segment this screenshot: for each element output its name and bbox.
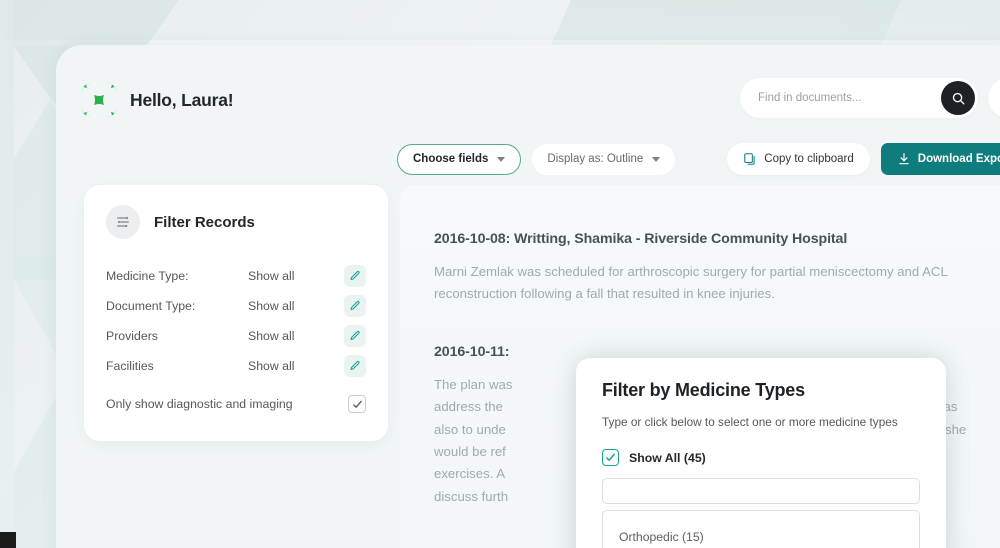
background-left-edge xyxy=(0,0,14,548)
brand: Hello, Laura! xyxy=(82,83,234,117)
list-item[interactable]: Orthopedic (15) xyxy=(603,523,919,548)
filter-label: Medicine Type: xyxy=(106,269,189,283)
show-all-row[interactable]: Show All (45) xyxy=(602,449,920,466)
filter-value: Show all xyxy=(248,269,295,283)
record-body: Marni Zemlak was scheduled for arthrosco… xyxy=(434,264,948,302)
display-as-label: Display as: Outline xyxy=(547,153,644,165)
filter-sliders-icon xyxy=(117,216,129,228)
edit-document-type-button[interactable] xyxy=(344,295,366,317)
show-all-label: Show All (45) xyxy=(629,450,706,465)
copy-icon xyxy=(744,153,755,165)
modal-title: Filter by Medicine Types xyxy=(602,380,805,400)
checkbox-checked-icon xyxy=(352,400,362,408)
download-export-button[interactable]: Download Export xyxy=(880,143,1000,175)
chevron-down-icon xyxy=(652,156,661,162)
filter-records-card: Filter Records Medicine Type: Show all D… xyxy=(84,185,388,441)
filter-medicine-types-modal: Filter by Medicine Types Type or click b… xyxy=(576,358,946,548)
pencil-icon xyxy=(350,360,360,370)
filter-card-header: Filter Records xyxy=(106,205,366,239)
checkbox-checked-icon xyxy=(606,453,615,461)
app-header: Hello, Laura! xyxy=(56,45,1000,155)
filter-icon-badge xyxy=(106,205,140,239)
filter-label: Providers xyxy=(106,329,158,343)
search-icon xyxy=(952,92,964,104)
toolbar: Choose fields Display as: Outline Copy t… xyxy=(397,143,1000,175)
show-all-checkbox[interactable] xyxy=(602,449,619,466)
filter-row-diagnostic-imaging: Only show diagnostic and imaging xyxy=(106,389,366,419)
choose-fields-label: Choose fields xyxy=(413,153,489,165)
filter-row-facilities: Facilities Show all xyxy=(106,351,366,381)
filter-row-medicine-type: Medicine Type: Show all xyxy=(106,261,366,291)
choose-fields-button[interactable]: Choose fields xyxy=(397,143,522,175)
search-bar[interactable] xyxy=(740,78,978,118)
diagnostic-imaging-checkbox[interactable] xyxy=(348,395,366,413)
notifications-button[interactable] xyxy=(988,78,1000,118)
edit-facilities-button[interactable] xyxy=(344,355,366,377)
medicine-type-search-input[interactable] xyxy=(602,478,920,504)
download-icon xyxy=(899,153,909,165)
modal-subtitle: Type or click below to select one or mor… xyxy=(602,415,898,429)
filter-row-document-type: Document Type: Show all xyxy=(106,291,366,321)
download-export-label: Download Export xyxy=(917,153,1000,165)
chevron-down-icon xyxy=(497,156,506,162)
app-logo-icon xyxy=(82,83,116,117)
filter-label: Document Type: xyxy=(106,299,196,313)
record-title: 2016-10-08: Writting, Shamika - Riversid… xyxy=(434,231,848,247)
page-corner-marker xyxy=(0,532,16,548)
diagnostic-imaging-label: Only show diagnostic and imaging xyxy=(106,397,293,411)
filter-row-providers: Providers Show all xyxy=(106,321,366,351)
record-body-left-fragment: The plan was address the also to unde wo… xyxy=(434,376,513,504)
edit-providers-button[interactable] xyxy=(344,325,366,347)
copy-to-clipboard-label: Copy to clipboard xyxy=(764,153,854,165)
filter-label: Facilities xyxy=(106,359,154,373)
pencil-icon xyxy=(350,330,360,340)
search-button[interactable] xyxy=(941,81,975,115)
display-as-button[interactable]: Display as: Outline xyxy=(532,143,676,175)
app-window: Hello, Laura! Find in documents... Choos… xyxy=(56,45,1000,548)
filter-value: Show all xyxy=(248,329,295,343)
filter-value: Show all xyxy=(248,299,295,313)
filter-card-title: Filter Records xyxy=(154,213,255,231)
copy-to-clipboard-button[interactable]: Copy to clipboard xyxy=(727,143,870,175)
pencil-icon xyxy=(350,300,360,310)
medicine-type-options-list[interactable]: Orthopedic (15) Cardiovascular (7) Surge… xyxy=(602,510,920,548)
search-input[interactable] xyxy=(758,92,918,104)
edit-medicine-type-button[interactable] xyxy=(344,265,366,287)
record-entry: 2016-10-08: Writting, Shamika - Riversid… xyxy=(434,231,966,306)
greeting-text: Hello, Laura! xyxy=(130,89,234,110)
filter-value: Show all xyxy=(248,359,295,373)
pencil-icon xyxy=(350,270,360,280)
app-root: Hello, Laura! Find in documents... Choos… xyxy=(0,0,1000,548)
